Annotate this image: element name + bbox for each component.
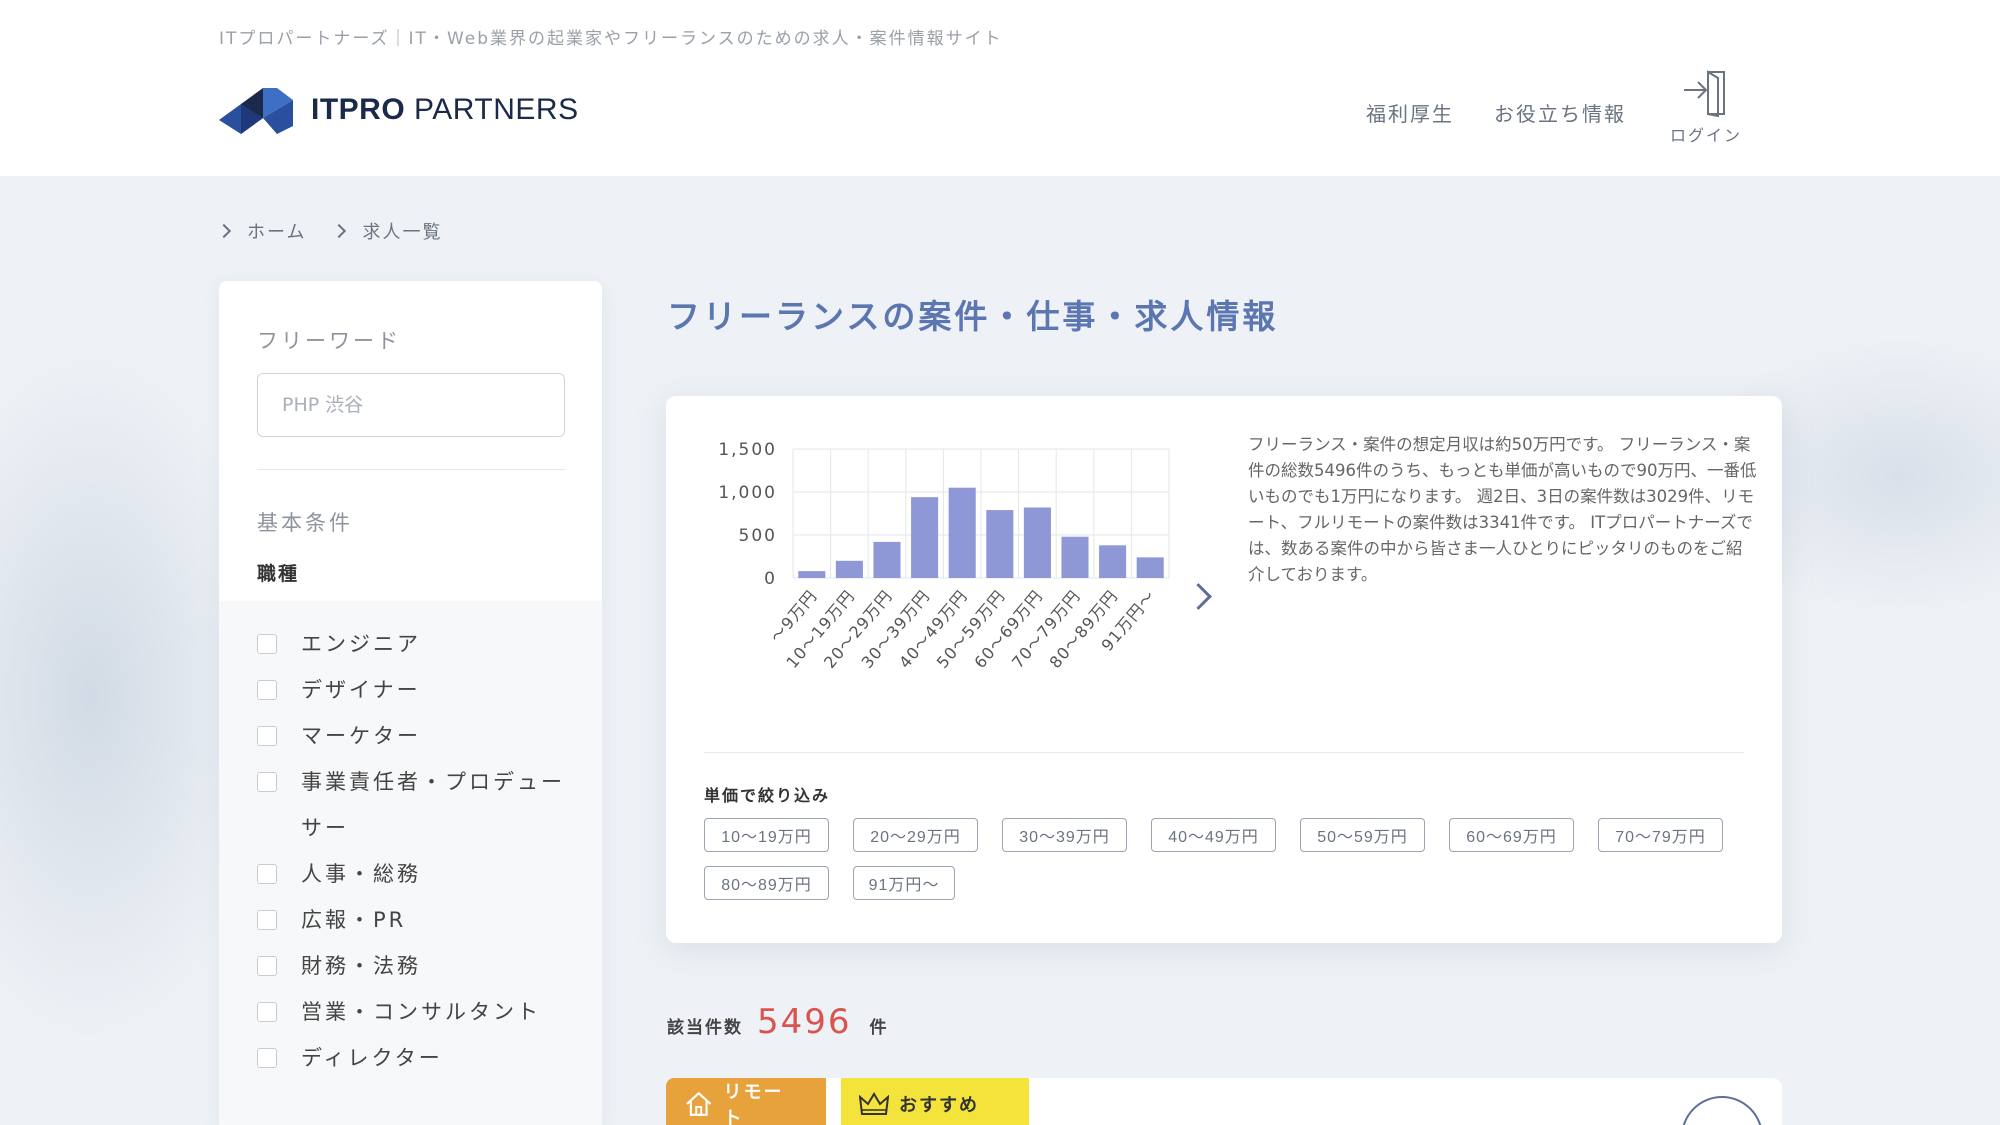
crown-icon (859, 1092, 889, 1115)
chart-bar (1061, 536, 1089, 578)
price-filter-50-59[interactable]: 50〜59万円 (1300, 818, 1425, 852)
price-filter-20-29[interactable]: 20〜29万円 (853, 818, 978, 852)
breadcrumb-home[interactable]: ホーム (247, 218, 306, 244)
chart-bar (911, 497, 939, 578)
login-icon (1684, 70, 1725, 118)
search-sidebar: フリーワード 基本条件 職種 エンジニア デザイナー マーケター 事業責任者・プ… (219, 281, 602, 1125)
salary-distribution-chart: 05001,0001,500〜9万円10〜19万円20〜29万円30〜39万円4… (718, 440, 1170, 672)
salary-summary-card: 0 500 1,000 1,500 〜9万円 10〜19万円 20〜29万円 30〜39万円 4… (666, 396, 1782, 943)
basic-conditions-label: 基本条件 (257, 511, 353, 535)
chart-y-tick-label: 1,000 (718, 483, 777, 503)
job-checkbox-director[interactable]: ディレクター (257, 1035, 577, 1081)
checkbox[interactable] (257, 680, 277, 700)
nav-welfare-link[interactable]: 福利厚生 (1366, 98, 1454, 127)
chevron-right-icon (216, 223, 232, 239)
remote-tag-label: リモート (723, 1082, 784, 1125)
chart-bar (1023, 507, 1051, 578)
price-filter-label: 単価で絞り込み (704, 786, 831, 805)
job-type-label: 職種 (257, 563, 300, 585)
checkbox[interactable] (257, 726, 277, 746)
job-checkbox-engineer[interactable]: エンジニア (257, 621, 577, 667)
job-checkbox-sales[interactable]: 営業・コンサルタント (257, 989, 577, 1035)
price-filter-group: 10〜19万円 20〜29万円 30〜39万円 40〜49万円 50〜59万円 … (704, 818, 1764, 914)
chart-bar (1099, 545, 1127, 578)
login-label: ログイン (1669, 126, 1742, 145)
site-tagline: ITプロパートナーズ｜IT・Web業界の起業家やフリーランスのための求人・案件情… (219, 29, 1003, 49)
login-button[interactable]: ログイン (1666, 68, 1746, 146)
checkbox[interactable] (257, 956, 277, 976)
price-filter-40-49[interactable]: 40〜49万円 (1151, 818, 1276, 852)
result-count-unit: 件 (869, 1018, 887, 1038)
job-checkbox-producer[interactable]: 事業責任者・プロデューサー (257, 759, 577, 851)
logo-mark-icon (219, 88, 293, 134)
price-filter-70-79[interactable]: 70〜79万円 (1598, 818, 1723, 852)
job-checkbox-designer[interactable]: デザイナー (257, 667, 577, 713)
checkbox[interactable] (257, 1048, 277, 1068)
chart-bar (986, 510, 1014, 578)
checkbox[interactable] (257, 864, 277, 884)
chart-bar (798, 571, 826, 578)
price-filter-30-39[interactable]: 30〜39万円 (1002, 818, 1127, 852)
job-checkbox-marketer[interactable]: マーケター (257, 713, 577, 759)
job-label-text: デザイナー (301, 678, 421, 702)
summary-description: フリーランス・案件の想定月収は約50万円です。 フリーランス・案件の総数5496… (1248, 435, 1757, 584)
job-label-text: 人事・総務 (301, 862, 421, 886)
job-checkbox-hr[interactable]: 人事・総務 (257, 851, 577, 897)
chart-y-tick-label: 1,500 (718, 440, 777, 460)
sidebar-divider (257, 469, 565, 470)
chart-next-arrow-icon[interactable] (1187, 581, 1217, 611)
logo-wordmark: ITPRO PARTNERS (311, 93, 579, 126)
job-label-text: 営業・コンサルタント (301, 1000, 541, 1024)
site-logo[interactable]: ITPRO PARTNERS (219, 86, 579, 134)
job-label-text: ディレクター (301, 1046, 443, 1070)
freeword-label: フリーワード (257, 329, 401, 353)
breadcrumb-current: 求人一覧 (362, 222, 443, 243)
chart-bar (1136, 557, 1164, 578)
page-title: フリーランスの案件・仕事・求人情報 (667, 297, 1279, 336)
remote-tag: リモート (666, 1078, 826, 1125)
job-label-text: 事業責任者・プロデューサー (301, 770, 565, 840)
checkbox[interactable] (257, 634, 277, 654)
checkbox[interactable] (257, 1002, 277, 1022)
job-label-text: マーケター (301, 724, 421, 748)
job-checkbox-pr[interactable]: 広報・PR (257, 897, 577, 943)
breadcrumb: ホーム 求人一覧 (216, 218, 470, 244)
checkbox[interactable] (257, 910, 277, 930)
job-checkbox-finance[interactable]: 財務・法務 (257, 943, 577, 989)
price-filter-10-19[interactable]: 10〜19万円 (704, 818, 829, 852)
price-filter-60-69[interactable]: 60〜69万円 (1449, 818, 1574, 852)
nav-info-link[interactable]: お役立ち情報 (1494, 98, 1626, 127)
price-filter-80-89[interactable]: 80〜89万円 (704, 866, 829, 900)
chart-y-tick-label: 500 (739, 526, 777, 546)
card-divider (704, 752, 1744, 753)
recommend-tag: おすすめ (841, 1078, 1029, 1125)
job-result-card[interactable]: リモート おすすめ (666, 1078, 1782, 1125)
chevron-right-icon (332, 223, 347, 239)
chart-bar (948, 487, 976, 578)
chart-y-tick-label: 0 (764, 569, 777, 589)
job-type-list: エンジニア デザイナー マーケター 事業責任者・プロデューサー 人事・総務 広報… (257, 621, 577, 1081)
result-count-label: 該当件数 (667, 1018, 743, 1038)
result-count: 該当件数 5496 件 (667, 1002, 887, 1042)
home-icon (686, 1091, 712, 1116)
recommend-tag-label: おすすめ (899, 1095, 979, 1116)
result-count-value: 5496 (757, 1002, 852, 1042)
chart-bar (873, 541, 901, 578)
site-header: ITプロパートナーズ｜IT・Web業界の起業家やフリーランスのための求人・案件情… (0, 0, 2000, 176)
freeword-search-input[interactable] (257, 373, 565, 437)
favorite-button[interactable] (1681, 1096, 1763, 1125)
job-label-text: 財務・法務 (301, 954, 421, 978)
chart-bar (835, 560, 863, 578)
job-label-text: 広報・PR (301, 908, 407, 932)
price-filter-91-plus[interactable]: 91万円〜 (853, 866, 955, 900)
job-label-text: エンジニア (301, 632, 421, 656)
